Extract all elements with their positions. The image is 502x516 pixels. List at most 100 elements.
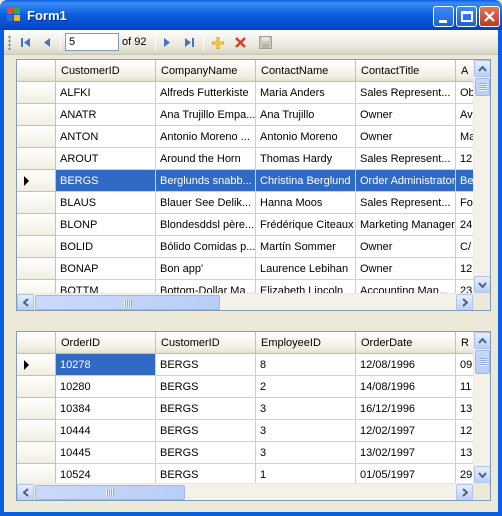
table-cell[interactable]: BERGS — [156, 376, 256, 398]
table-cell[interactable]: Order Administrator — [356, 170, 456, 192]
move-next-button[interactable] — [156, 33, 178, 52]
column-header[interactable]: CustomerID — [156, 332, 256, 354]
table-cell[interactable]: 16/12/1996 — [356, 398, 456, 420]
move-first-button[interactable] — [15, 33, 37, 52]
table-row[interactable]: 10444 BERGS 3 12/02/1997 12 — [17, 420, 490, 442]
scroll-thumb[interactable] — [35, 485, 185, 500]
scroll-up-button[interactable] — [474, 60, 490, 77]
table-cell[interactable]: ALFKI — [56, 82, 156, 104]
table-cell[interactable]: Owner — [356, 258, 456, 280]
scroll-left-button[interactable] — [17, 484, 34, 500]
scroll-right-button[interactable] — [456, 294, 473, 310]
customers-horizontal-scrollbar[interactable] — [17, 293, 473, 310]
table-cell[interactable]: Bon app' — [156, 258, 256, 280]
table-cell[interactable]: Martín Sommer — [256, 236, 356, 258]
row-selector[interactable] — [17, 192, 56, 214]
column-header[interactable]: CustomerID — [56, 60, 156, 82]
table-row[interactable]: BLONP Blondesddsl père... Frédérique Citea… — [17, 214, 490, 236]
column-header[interactable]: CompanyName — [156, 60, 256, 82]
table-cell[interactable]: Thomas Hardy — [256, 148, 356, 170]
table-cell[interactable]: Antonio Moreno ... — [156, 126, 256, 148]
row-selector[interactable] — [17, 170, 56, 192]
table-row[interactable]: AROUT Around the Horn Thomas Hardy Sales Re… — [17, 148, 490, 170]
table-cell[interactable]: Sales Represent... — [356, 148, 456, 170]
table-row[interactable]: 10280 BERGS 2 14/08/1996 11 — [17, 376, 490, 398]
scroll-thumb[interactable] — [475, 350, 490, 374]
table-cell[interactable]: Ana Trujillo Empa... — [156, 104, 256, 126]
table-cell[interactable]: BERGS — [56, 170, 156, 192]
table-cell[interactable]: ANATR — [56, 104, 156, 126]
scroll-thumb[interactable] — [35, 295, 220, 310]
row-selector[interactable] — [17, 376, 56, 398]
customers-grid[interactable]: CustomerID CompanyName ContactName Conta… — [16, 59, 491, 311]
close-button[interactable] — [479, 6, 500, 27]
table-cell[interactable]: Maria Anders — [256, 82, 356, 104]
table-cell[interactable]: Blauer See Delik... — [156, 192, 256, 214]
table-cell[interactable]: Owner — [356, 104, 456, 126]
table-cell[interactable]: ANTON — [56, 126, 156, 148]
scroll-up-button[interactable] — [474, 332, 490, 349]
row-selector[interactable] — [17, 148, 56, 170]
orders-grid[interactable]: OrderID CustomerID EmployeeID OrderDate … — [16, 331, 491, 501]
scroll-right-button[interactable] — [456, 484, 473, 500]
column-header[interactable]: OrderDate — [356, 332, 456, 354]
customers-vertical-scrollbar[interactable] — [473, 60, 490, 293]
table-cell[interactable]: AROUT — [56, 148, 156, 170]
move-previous-button[interactable] — [36, 33, 58, 52]
table-row[interactable]: 10384 BERGS 3 16/12/1996 13 — [17, 398, 490, 420]
table-row[interactable]: BERGS Berglunds snabb... Christina Berglun… — [17, 170, 490, 192]
table-cell[interactable]: Laurence Lebihan — [256, 258, 356, 280]
table-cell[interactable]: BERGS — [156, 354, 256, 376]
table-cell[interactable]: Marketing Manager — [356, 214, 456, 236]
orders-vertical-scrollbar[interactable] — [473, 332, 490, 483]
row-selector[interactable] — [17, 398, 56, 420]
table-cell[interactable]: 12/02/1997 — [356, 420, 456, 442]
row-selector[interactable] — [17, 420, 56, 442]
table-cell[interactable]: 10280 — [56, 376, 156, 398]
table-cell[interactable]: 3 — [256, 420, 356, 442]
table-cell[interactable]: Ana Trujillo — [256, 104, 356, 126]
table-row[interactable]: ANTON Antonio Moreno ... Antonio Moreno Own… — [17, 126, 490, 148]
scroll-down-button[interactable] — [474, 466, 490, 483]
table-cell[interactable]: Alfreds Futterkiste — [156, 82, 256, 104]
table-cell[interactable]: Christina Berglund — [256, 170, 356, 192]
row-selector[interactable] — [17, 82, 56, 104]
table-cell[interactable]: 3 — [256, 442, 356, 464]
delete-button[interactable] — [229, 33, 251, 52]
scroll-down-button[interactable] — [474, 276, 490, 293]
table-cell[interactable]: Antonio Moreno — [256, 126, 356, 148]
table-cell[interactable]: 13/02/1997 — [356, 442, 456, 464]
table-cell[interactable]: 10384 — [56, 398, 156, 420]
scroll-left-button[interactable] — [17, 294, 34, 310]
row-selector[interactable] — [17, 104, 56, 126]
table-cell[interactable]: Around the Horn — [156, 148, 256, 170]
table-cell[interactable]: Sales Represent... — [356, 192, 456, 214]
save-button[interactable] — [254, 33, 276, 52]
add-new-button[interactable] — [207, 33, 229, 52]
table-cell[interactable]: 10278 — [56, 354, 156, 376]
table-cell[interactable]: BERGS — [156, 398, 256, 420]
table-cell[interactable]: Owner — [356, 236, 456, 258]
table-cell[interactable]: 10444 — [56, 420, 156, 442]
maximize-button[interactable] — [456, 6, 477, 27]
table-row[interactable]: BONAP Bon app' Laurence Lebihan Owner 12 — [17, 258, 490, 280]
table-cell[interactable]: 14/08/1996 — [356, 376, 456, 398]
table-cell[interactable]: BERGS — [156, 420, 256, 442]
table-row[interactable]: BLAUS Blauer See Delik... Hanna Moos Sales … — [17, 192, 490, 214]
table-row[interactable]: ALFKI Alfreds Futterkiste Maria Anders Sale… — [17, 82, 490, 104]
title-bar[interactable]: Form1 — [0, 0, 502, 30]
table-cell[interactable]: Sales Represent... — [356, 82, 456, 104]
move-last-button[interactable] — [178, 33, 200, 52]
table-cell[interactable]: BERGS — [156, 442, 256, 464]
table-cell[interactable]: 10445 — [56, 442, 156, 464]
orders-horizontal-scrollbar[interactable] — [17, 483, 473, 500]
row-selector[interactable] — [17, 236, 56, 258]
table-cell[interactable]: 12/08/1996 — [356, 354, 456, 376]
table-cell[interactable]: BONAP — [56, 258, 156, 280]
position-input[interactable] — [65, 33, 119, 51]
toolbar-grip[interactable] — [8, 35, 11, 50]
row-selector[interactable] — [17, 126, 56, 148]
table-row[interactable]: 10445 BERGS 3 13/02/1997 13 — [17, 442, 490, 464]
scroll-thumb[interactable] — [475, 78, 490, 96]
table-cell[interactable]: Frédérique Citeaux — [256, 214, 356, 236]
